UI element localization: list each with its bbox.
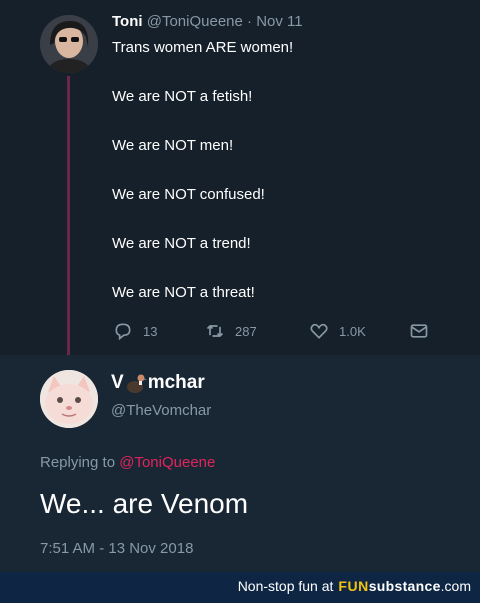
- tweet-header: Toni @ToniQueene · Nov 11: [112, 13, 303, 30]
- message-icon: [410, 324, 428, 338]
- tweet-text-line: [112, 107, 452, 127]
- replying-to-mention[interactable]: @ToniQueene: [119, 454, 215, 471]
- like-button[interactable]: 1.0K: [309, 318, 366, 344]
- tweet-text-line: We are NOT a trend!: [112, 235, 251, 252]
- retweet-count: 287: [235, 323, 257, 339]
- tweet-text-line: [112, 58, 452, 78]
- direct-message-button[interactable]: [409, 318, 439, 344]
- toni-avatar[interactable]: [40, 15, 98, 73]
- retweet-button[interactable]: 287: [205, 318, 257, 344]
- replying-to-label: Replying to: [40, 454, 116, 471]
- tweet-text: Trans women ARE women! We are NOT a feti…: [112, 38, 452, 303]
- watermark-logo-com: .com: [440, 578, 471, 594]
- replying-to: Replying to @ToniQueene: [40, 454, 215, 471]
- header-separator: ·: [247, 13, 253, 30]
- original-tweet: Toni @ToniQueene · Nov 11 Trans women AR…: [0, 0, 480, 360]
- tweet-text-line: We are NOT a threat!: [112, 284, 255, 301]
- watermark-bar: Non-stop fun at FUN substance .com: [0, 572, 480, 603]
- tweet-date[interactable]: Nov 11: [256, 13, 302, 30]
- author-name[interactable]: Toni: [112, 13, 143, 30]
- reply-timestamp[interactable]: 7:51 AM - 13 Nov 2018: [40, 540, 193, 557]
- watermark: Non-stop fun at FUN substance .com: [238, 578, 471, 594]
- tweet-text-line: We are NOT confused!: [112, 186, 265, 203]
- like-icon: [310, 323, 328, 339]
- author-name-part: V: [111, 372, 124, 393]
- watermark-logo-fun: FUN: [338, 578, 369, 594]
- author-name[interactable]: V mchar: [111, 372, 205, 394]
- reply-text: We... are Venom: [40, 488, 249, 519]
- tweet-text-line: Trans women ARE women!: [112, 39, 294, 56]
- watermark-text: Non-stop fun at: [237, 578, 334, 594]
- author-name-part: mchar: [147, 372, 205, 393]
- tweet-text-line: [112, 254, 452, 274]
- vulture-emoji-icon: [126, 374, 147, 393]
- reply-tweet: V mchar @TheVomchar Replying to @ToniQue…: [0, 355, 480, 572]
- tweet-text-line: [112, 156, 452, 176]
- tweet-actions: 13 287 1.0K: [113, 318, 443, 344]
- tweet-text-line: We are NOT men!: [112, 137, 234, 154]
- tweet-text-line: [112, 205, 452, 225]
- tweet-text-line: We are NOT a fetish!: [112, 88, 253, 105]
- watermark-logo-substance: substance: [368, 578, 441, 594]
- reply-button[interactable]: 13: [113, 318, 157, 344]
- author-handle[interactable]: @TheVomchar: [111, 402, 211, 419]
- vomchar-avatar[interactable]: [40, 370, 98, 428]
- reply-count: 13: [143, 323, 158, 339]
- author-handle[interactable]: @ToniQueene: [147, 13, 243, 30]
- like-count: 1.0K: [339, 323, 366, 339]
- thread-connector-line: [67, 76, 70, 360]
- reply-icon: [115, 323, 131, 341]
- retweet-icon: [206, 324, 224, 338]
